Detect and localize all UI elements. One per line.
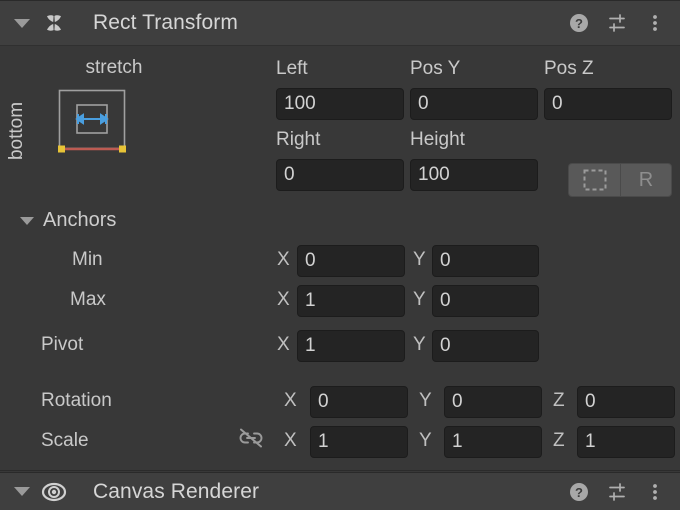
foldout-arrow-anchors[interactable] — [20, 216, 34, 225]
foldout-arrow-rect-transform[interactable] — [14, 18, 30, 28]
mode-toggle-group: R — [568, 163, 672, 197]
rect-transform-icon — [41, 10, 67, 36]
field-anchor-max-x[interactable]: 1 — [297, 285, 405, 317]
axis-label-rotation-z: Z — [553, 390, 565, 411]
more-menu-icon[interactable] — [644, 12, 666, 34]
section-divider — [0, 470, 680, 471]
svg-text:?: ? — [575, 16, 583, 31]
field-left[interactable]: 100 — [276, 88, 404, 120]
axis-label-rotation-x: X — [284, 390, 297, 411]
field-height[interactable]: 100 — [410, 159, 538, 191]
canvas-renderer-eye-icon — [41, 479, 67, 505]
field-rotation-x[interactable]: 0 — [310, 386, 408, 418]
header-actions: ? — [568, 12, 666, 34]
anchor-vertical-label: bottom — [6, 101, 27, 161]
help-icon[interactable]: ? — [568, 481, 590, 503]
axis-label-pivot-x: X — [277, 334, 290, 355]
field-anchor-min-y[interactable]: 0 — [432, 245, 539, 277]
component-title: Canvas Renderer — [93, 479, 260, 503]
label-pos-z: Pos Z — [544, 58, 594, 79]
field-scale-x[interactable]: 1 — [310, 426, 408, 458]
field-scale-y[interactable]: 1 — [444, 426, 542, 458]
link-off-icon[interactable] — [236, 427, 266, 449]
label-left: Left — [276, 58, 308, 79]
axis-label-rotation-y: Y — [419, 390, 432, 411]
axis-label-max-x: X — [277, 289, 290, 310]
foldout-arrow-canvas-renderer[interactable] — [14, 487, 30, 496]
svg-text:?: ? — [575, 485, 583, 500]
anchors-section-label: Anchors — [43, 209, 117, 231]
label-right: Right — [276, 129, 321, 150]
rect-transform-body: stretch bottom Left Pos Y Pos Z 100 0 0 … — [0, 46, 680, 470]
preset-icon[interactable] — [606, 12, 628, 34]
label-anchor-min: Min — [72, 249, 103, 270]
anchor-preset-block[interactable]: stretch bottom — [0, 46, 270, 196]
field-rotation-z[interactable]: 0 — [577, 386, 675, 418]
axis-label-min-x: X — [277, 249, 290, 270]
anchor-horizontal-label: stretch — [85, 57, 143, 78]
field-rotation-y[interactable]: 0 — [444, 386, 542, 418]
component-title: Rect Transform — [93, 11, 238, 34]
axis-label-pivot-y: Y — [413, 334, 426, 355]
axis-label-scale-y: Y — [419, 430, 432, 451]
label-scale: Scale — [41, 430, 89, 451]
more-menu-icon[interactable] — [644, 481, 666, 503]
field-pos-y[interactable]: 0 — [410, 88, 538, 120]
field-right[interactable]: 0 — [276, 159, 404, 191]
raw-mode-label: R — [638, 168, 654, 191]
blueprint-mode-toggle[interactable] — [568, 163, 620, 197]
label-rotation: Rotation — [41, 390, 112, 411]
axis-label-min-y: Y — [413, 249, 426, 270]
label-height: Height — [410, 129, 465, 150]
field-anchor-max-y[interactable]: 0 — [432, 285, 539, 317]
axis-label-max-y: Y — [413, 289, 426, 310]
component-header-canvas-renderer[interactable]: Canvas Renderer ? — [0, 472, 680, 510]
label-pos-y: Pos Y — [410, 58, 461, 79]
field-pivot-y[interactable]: 0 — [432, 330, 539, 362]
anchor-preset-widget[interactable] — [58, 89, 126, 162]
raw-mode-toggle[interactable]: R — [620, 163, 672, 197]
label-anchor-max: Max — [70, 289, 106, 310]
label-pivot: Pivot — [41, 334, 84, 355]
inspector-panel: Rect Transform ? stretch bottom Left Pos… — [0, 0, 680, 510]
preset-icon[interactable] — [606, 481, 628, 503]
field-pivot-x[interactable]: 1 — [297, 330, 405, 362]
field-anchor-min-x[interactable]: 0 — [297, 245, 405, 277]
axis-label-scale-x: X — [284, 430, 297, 451]
help-icon[interactable]: ? — [568, 12, 590, 34]
component-header-rect-transform[interactable]: Rect Transform ? — [0, 0, 680, 46]
header-actions: ? — [568, 481, 666, 503]
field-pos-z[interactable]: 0 — [544, 88, 672, 120]
axis-label-scale-z: Z — [553, 430, 565, 451]
field-scale-z[interactable]: 1 — [577, 426, 675, 458]
anchors-foldout[interactable]: Anchors — [20, 209, 116, 232]
